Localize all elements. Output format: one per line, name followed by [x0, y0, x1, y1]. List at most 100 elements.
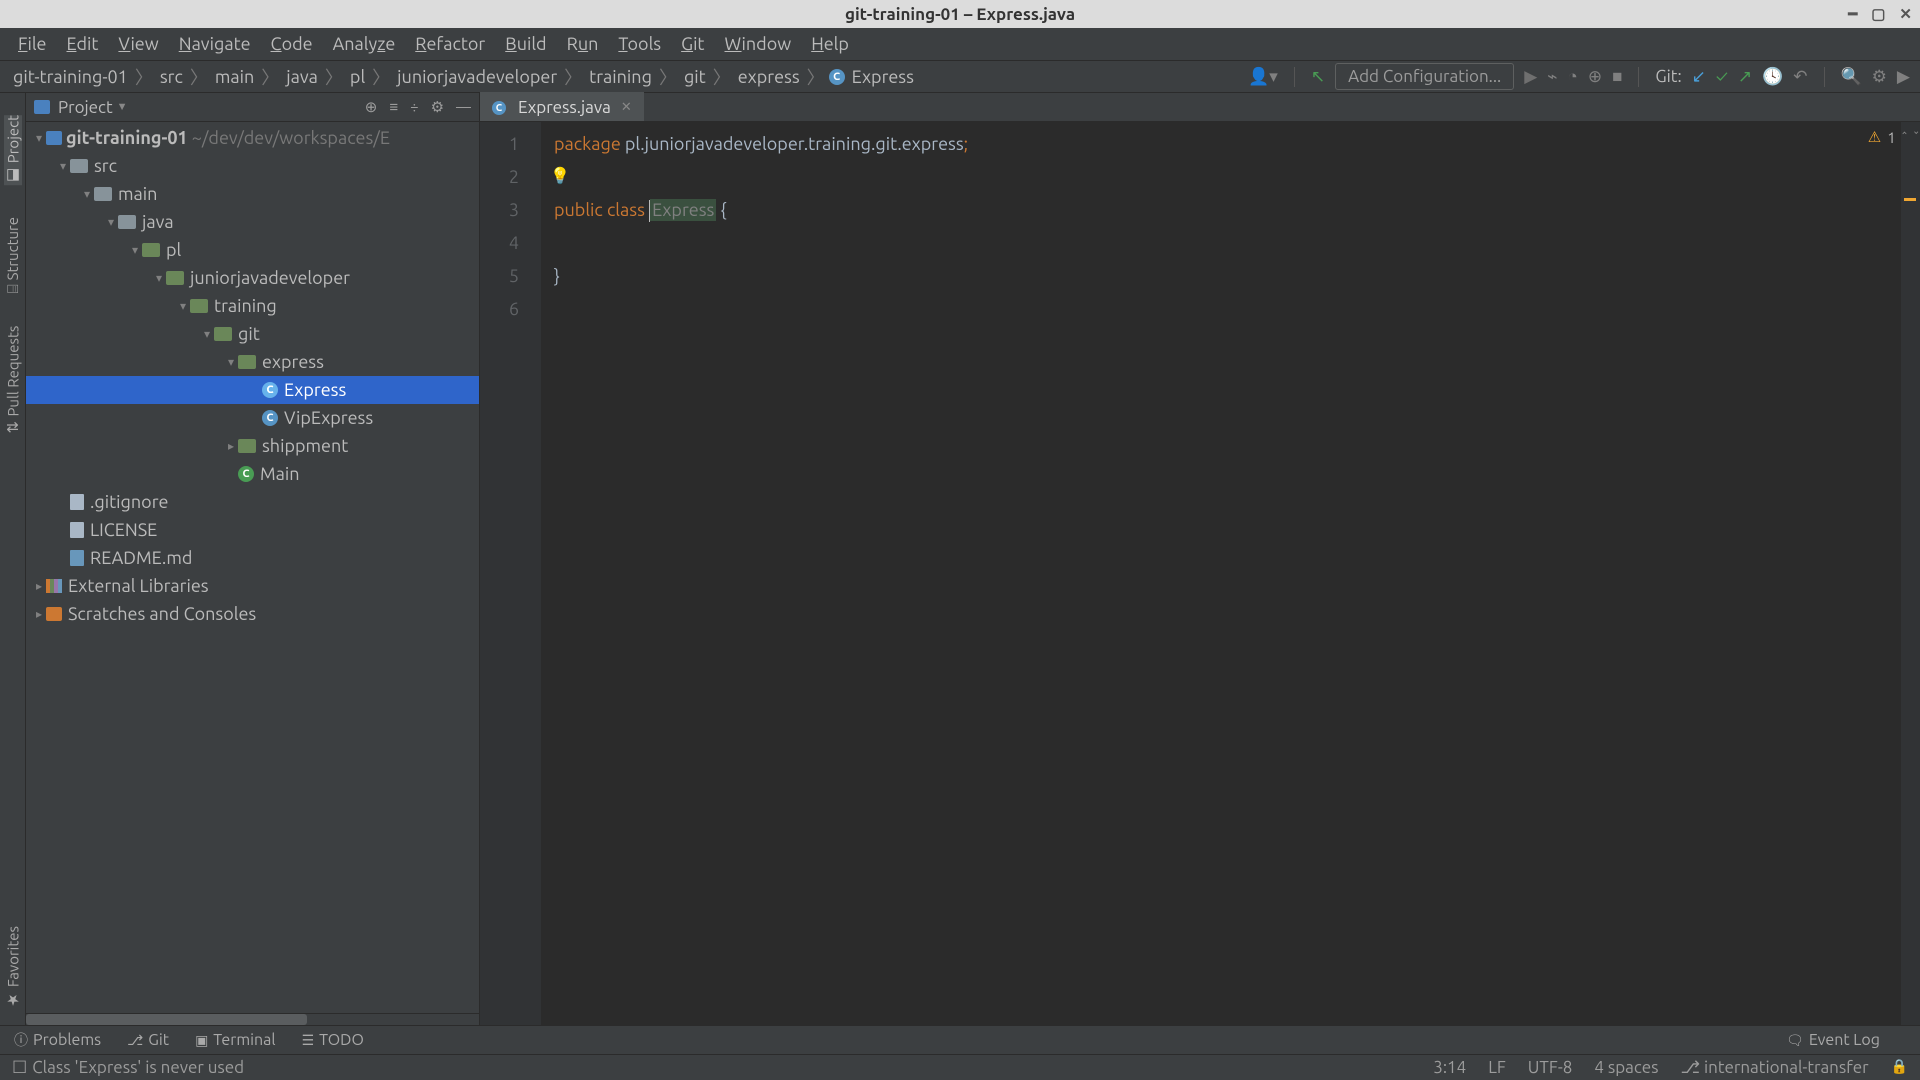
expand-all-icon[interactable]: ≡	[389, 98, 398, 116]
tree-file-license[interactable]: LICENSE	[26, 516, 479, 544]
tool-tab-problems[interactable]: ⓘProblems	[14, 1030, 101, 1050]
tool-tab-pull-requests[interactable]: ⇅ Pull Requests	[4, 326, 22, 434]
menu-code[interactable]: Code	[261, 30, 323, 58]
tree-arrow-icon[interactable]	[80, 187, 94, 201]
tree-package-git[interactable]: git	[26, 320, 479, 348]
stop-icon[interactable]: ■	[1612, 67, 1622, 87]
gutter[interactable]: 1 2 3 4 5 6	[480, 122, 542, 1025]
close-tab-icon[interactable]: ✕	[621, 100, 632, 115]
menu-view[interactable]: View	[108, 30, 168, 58]
git-history-icon[interactable]: 🕓	[1762, 67, 1783, 87]
status-position[interactable]: 3:14	[1433, 1058, 1466, 1078]
intention-bulb-icon[interactable]: 💡	[550, 166, 570, 185]
window-minimize-icon[interactable]: ━	[1848, 5, 1857, 23]
warning-marker[interactable]	[1904, 198, 1916, 201]
tree-package-training[interactable]: training	[26, 292, 479, 320]
debug-icon[interactable]: ⌁	[1547, 67, 1557, 87]
tool-tab-favorites[interactable]: ★ Favorites	[4, 926, 22, 1009]
horizontal-scrollbar[interactable]	[26, 1013, 479, 1025]
tree-arrow-icon[interactable]	[152, 271, 166, 285]
tree-package-juniorjavadeveloper[interactable]: juniorjavadeveloper	[26, 264, 479, 292]
code-line-2[interactable]	[542, 161, 1900, 194]
line-number[interactable]: 5	[480, 260, 541, 293]
tool-tab-terminal[interactable]: ▣Terminal	[195, 1031, 276, 1049]
menu-edit[interactable]: Edit	[57, 30, 109, 58]
tree-class-vipexpress[interactable]: CVipExpress	[26, 404, 479, 432]
code-line-1[interactable]: package pl.juniorjavadeveloper.training.…	[542, 128, 1900, 161]
lock-icon[interactable]: 🔒	[1891, 1058, 1908, 1078]
chevron-down-icon[interactable]: ˇ	[1913, 129, 1919, 146]
tree-arrow-icon[interactable]	[224, 439, 238, 453]
tree-arrow-icon[interactable]	[32, 579, 46, 593]
crumb-class[interactable]: Express	[849, 67, 917, 87]
tree-package-shippment[interactable]: shippment	[26, 432, 479, 460]
crumb-juniorjavadeveloper[interactable]: juniorjavadeveloper	[394, 67, 560, 87]
run-anything-icon[interactable]: ▶	[1897, 67, 1910, 87]
dropdown-caret-icon[interactable]: ▼	[117, 101, 128, 113]
tool-tab-event-log[interactable]: 🗨Event Log	[1786, 1031, 1880, 1049]
code-line-4[interactable]	[542, 227, 1900, 260]
tree-folder-src[interactable]: src	[26, 152, 479, 180]
window-maximize-icon[interactable]: ▢	[1871, 5, 1885, 23]
crumb-pl[interactable]: pl	[347, 67, 368, 87]
menu-navigate[interactable]: Navigate	[169, 30, 261, 58]
tree-arrow-icon[interactable]	[56, 159, 70, 173]
tool-tab-todo[interactable]: ☰TODO	[302, 1031, 364, 1049]
git-push-icon[interactable]: ↗	[1738, 67, 1752, 87]
menu-window[interactable]: Window	[715, 30, 802, 58]
git-pull-icon[interactable]: ↙	[1692, 67, 1706, 87]
tool-tab-structure[interactable]: ⌸ Structure	[4, 217, 21, 293]
run-configuration-selector[interactable]: Add Configuration...	[1335, 63, 1514, 90]
tree-arrow-icon[interactable]	[176, 299, 190, 313]
menu-help[interactable]: Help	[801, 30, 859, 58]
project-view-title[interactable]: Project	[58, 98, 113, 117]
profile-icon[interactable]: ⊕	[1588, 67, 1602, 87]
tree-folder-main[interactable]: main	[26, 180, 479, 208]
tool-tab-git[interactable]: ⎇Git	[127, 1031, 169, 1049]
tree-arrow-icon[interactable]	[128, 243, 142, 257]
status-message[interactable]: ☐Class 'Express' is never used	[12, 1058, 244, 1078]
hide-icon[interactable]: —	[456, 98, 471, 116]
menu-file[interactable]: File	[8, 30, 57, 58]
crumb-git[interactable]: git	[681, 67, 709, 87]
crumb-java[interactable]: java	[283, 67, 321, 87]
crumb-project[interactable]: git-training-01	[10, 67, 131, 87]
tree-arrow-icon[interactable]	[32, 607, 46, 621]
tree-class-main[interactable]: CMain	[26, 460, 479, 488]
menu-git[interactable]: Git	[671, 30, 714, 58]
menu-analyze[interactable]: Analyze	[323, 30, 406, 58]
coverage-icon[interactable]: ◔	[1568, 67, 1578, 87]
tree-arrow-icon[interactable]	[200, 327, 214, 341]
menu-refactor[interactable]: Refactor	[405, 30, 495, 58]
scrollbar-thumb[interactable]	[26, 1014, 307, 1025]
inspection-summary[interactable]: ⚠ 1 ˆ ˇ	[1789, 128, 1919, 146]
git-commit-icon[interactable]: ✓	[1716, 67, 1728, 86]
tree-package-pl[interactable]: pl	[26, 236, 479, 264]
tree-folder-java[interactable]: java	[26, 208, 479, 236]
tree-arrow-icon[interactable]	[32, 131, 46, 145]
tree-external-libraries[interactable]: External Libraries	[26, 572, 479, 600]
line-number[interactable]: 1	[480, 128, 541, 161]
line-number[interactable]: 4	[480, 227, 541, 260]
crumb-src[interactable]: src	[157, 67, 186, 87]
code-line-5[interactable]: }	[542, 260, 1900, 293]
tree-class-express[interactable]: CExpress	[26, 376, 479, 404]
menu-run[interactable]: Run	[557, 30, 609, 58]
run-icon[interactable]: ▶	[1524, 67, 1537, 87]
search-icon[interactable]: 🔍	[1841, 67, 1862, 87]
tree-scratches[interactable]: Scratches and Consoles	[26, 600, 479, 628]
window-close-icon[interactable]: ✕	[1899, 5, 1912, 23]
build-icon[interactable]: ↖	[1311, 67, 1325, 87]
menu-build[interactable]: Build	[495, 30, 556, 58]
code-with-me-icon[interactable]: 👤▾	[1248, 67, 1278, 87]
chevron-up-icon[interactable]: ˆ	[1902, 129, 1908, 146]
collapse-all-icon[interactable]: ÷	[410, 98, 418, 116]
tree-root[interactable]: git-training-01 ~/dev/dev/workspaces/E	[26, 124, 479, 152]
code-editor[interactable]: package pl.juniorjavadeveloper.training.…	[542, 122, 1900, 1025]
editor-tab-express[interactable]: C Express.java ✕	[480, 92, 644, 121]
tree-arrow-icon[interactable]	[104, 215, 118, 229]
crumb-main[interactable]: main	[212, 67, 257, 87]
crumb-training[interactable]: training	[586, 67, 655, 87]
settings-icon[interactable]: ⚙	[1872, 67, 1887, 87]
code-line-6[interactable]	[542, 293, 1900, 326]
